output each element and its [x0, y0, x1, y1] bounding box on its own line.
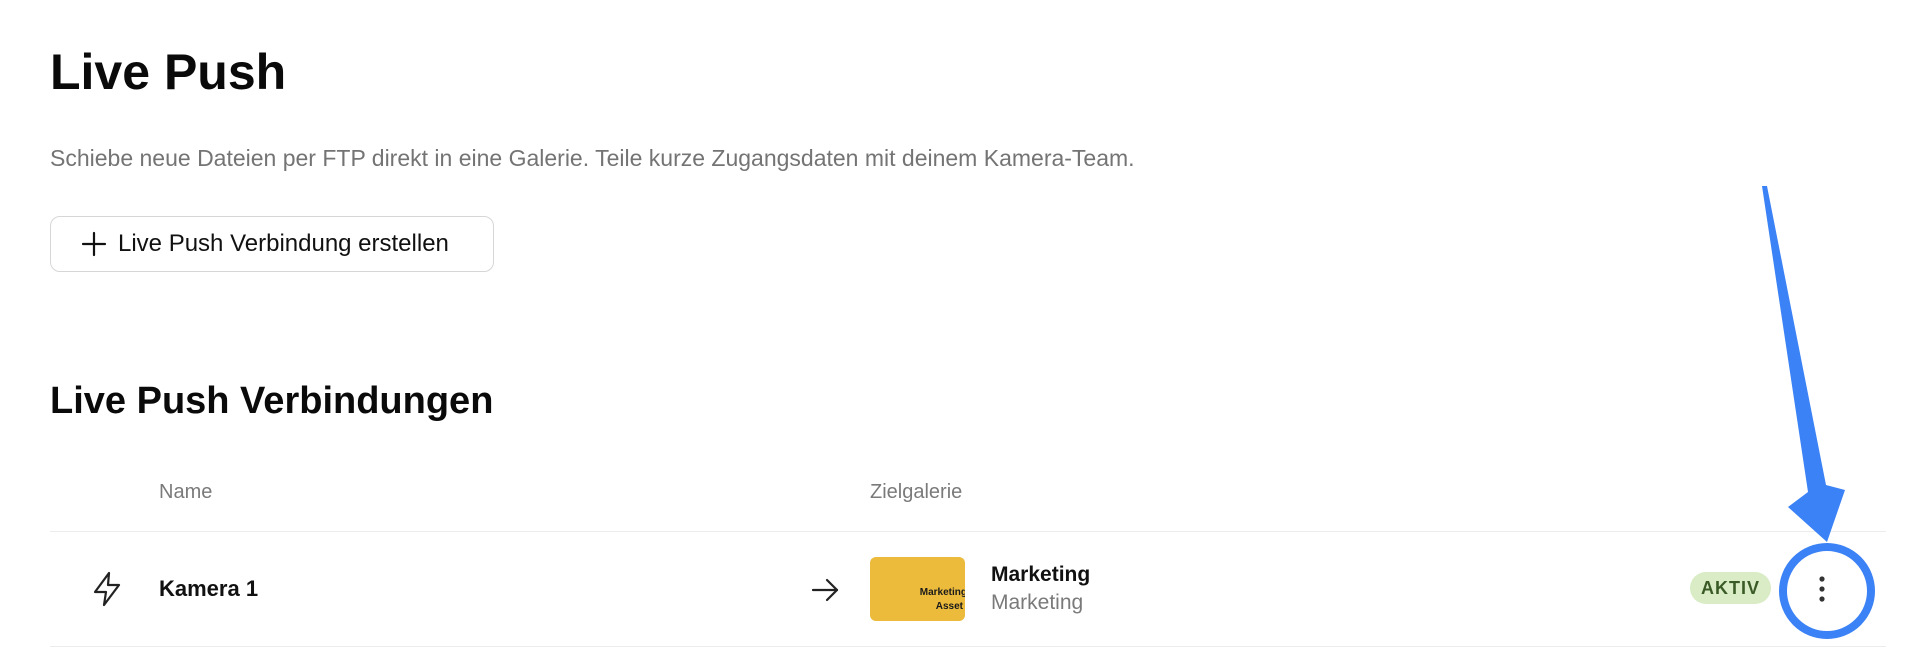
arrow-annotation	[1762, 186, 1845, 542]
section-title: Live Push Verbindungen	[50, 380, 494, 422]
plus-icon	[81, 231, 107, 257]
more-options-button[interactable]	[1794, 561, 1850, 617]
column-header-target-gallery: Zielgalerie	[870, 481, 963, 503]
lightning-bolt-icon	[88, 570, 126, 608]
arrow-right-icon	[809, 574, 841, 606]
thumbnail-text: Marketing	[919, 587, 965, 598]
table-divider	[50, 646, 1886, 647]
create-connection-label: Live Push Verbindung erstellen	[118, 230, 449, 257]
gallery-thumbnail[interactable]: Marketing Asset	[870, 557, 965, 621]
page-title: Live Push	[50, 44, 287, 100]
table-row[interactable]: Kamera 1 Marketing Asset Marketing Marke…	[50, 532, 1886, 646]
connection-name: Kamera 1	[159, 576, 259, 601]
create-connection-button[interactable]: Live Push Verbindung erstellen	[50, 216, 494, 272]
gallery-title[interactable]: Marketing	[991, 562, 1090, 588]
more-vertical-icon	[1819, 576, 1825, 602]
gallery-subtitle: Marketing	[991, 591, 1084, 614]
column-header-name: Name	[159, 481, 213, 503]
page-description: Schiebe neue Dateien per FTP direkt in e…	[50, 145, 1135, 171]
status-badge: AKTIV	[1690, 572, 1771, 604]
thumbnail-text: Asset	[935, 601, 963, 612]
